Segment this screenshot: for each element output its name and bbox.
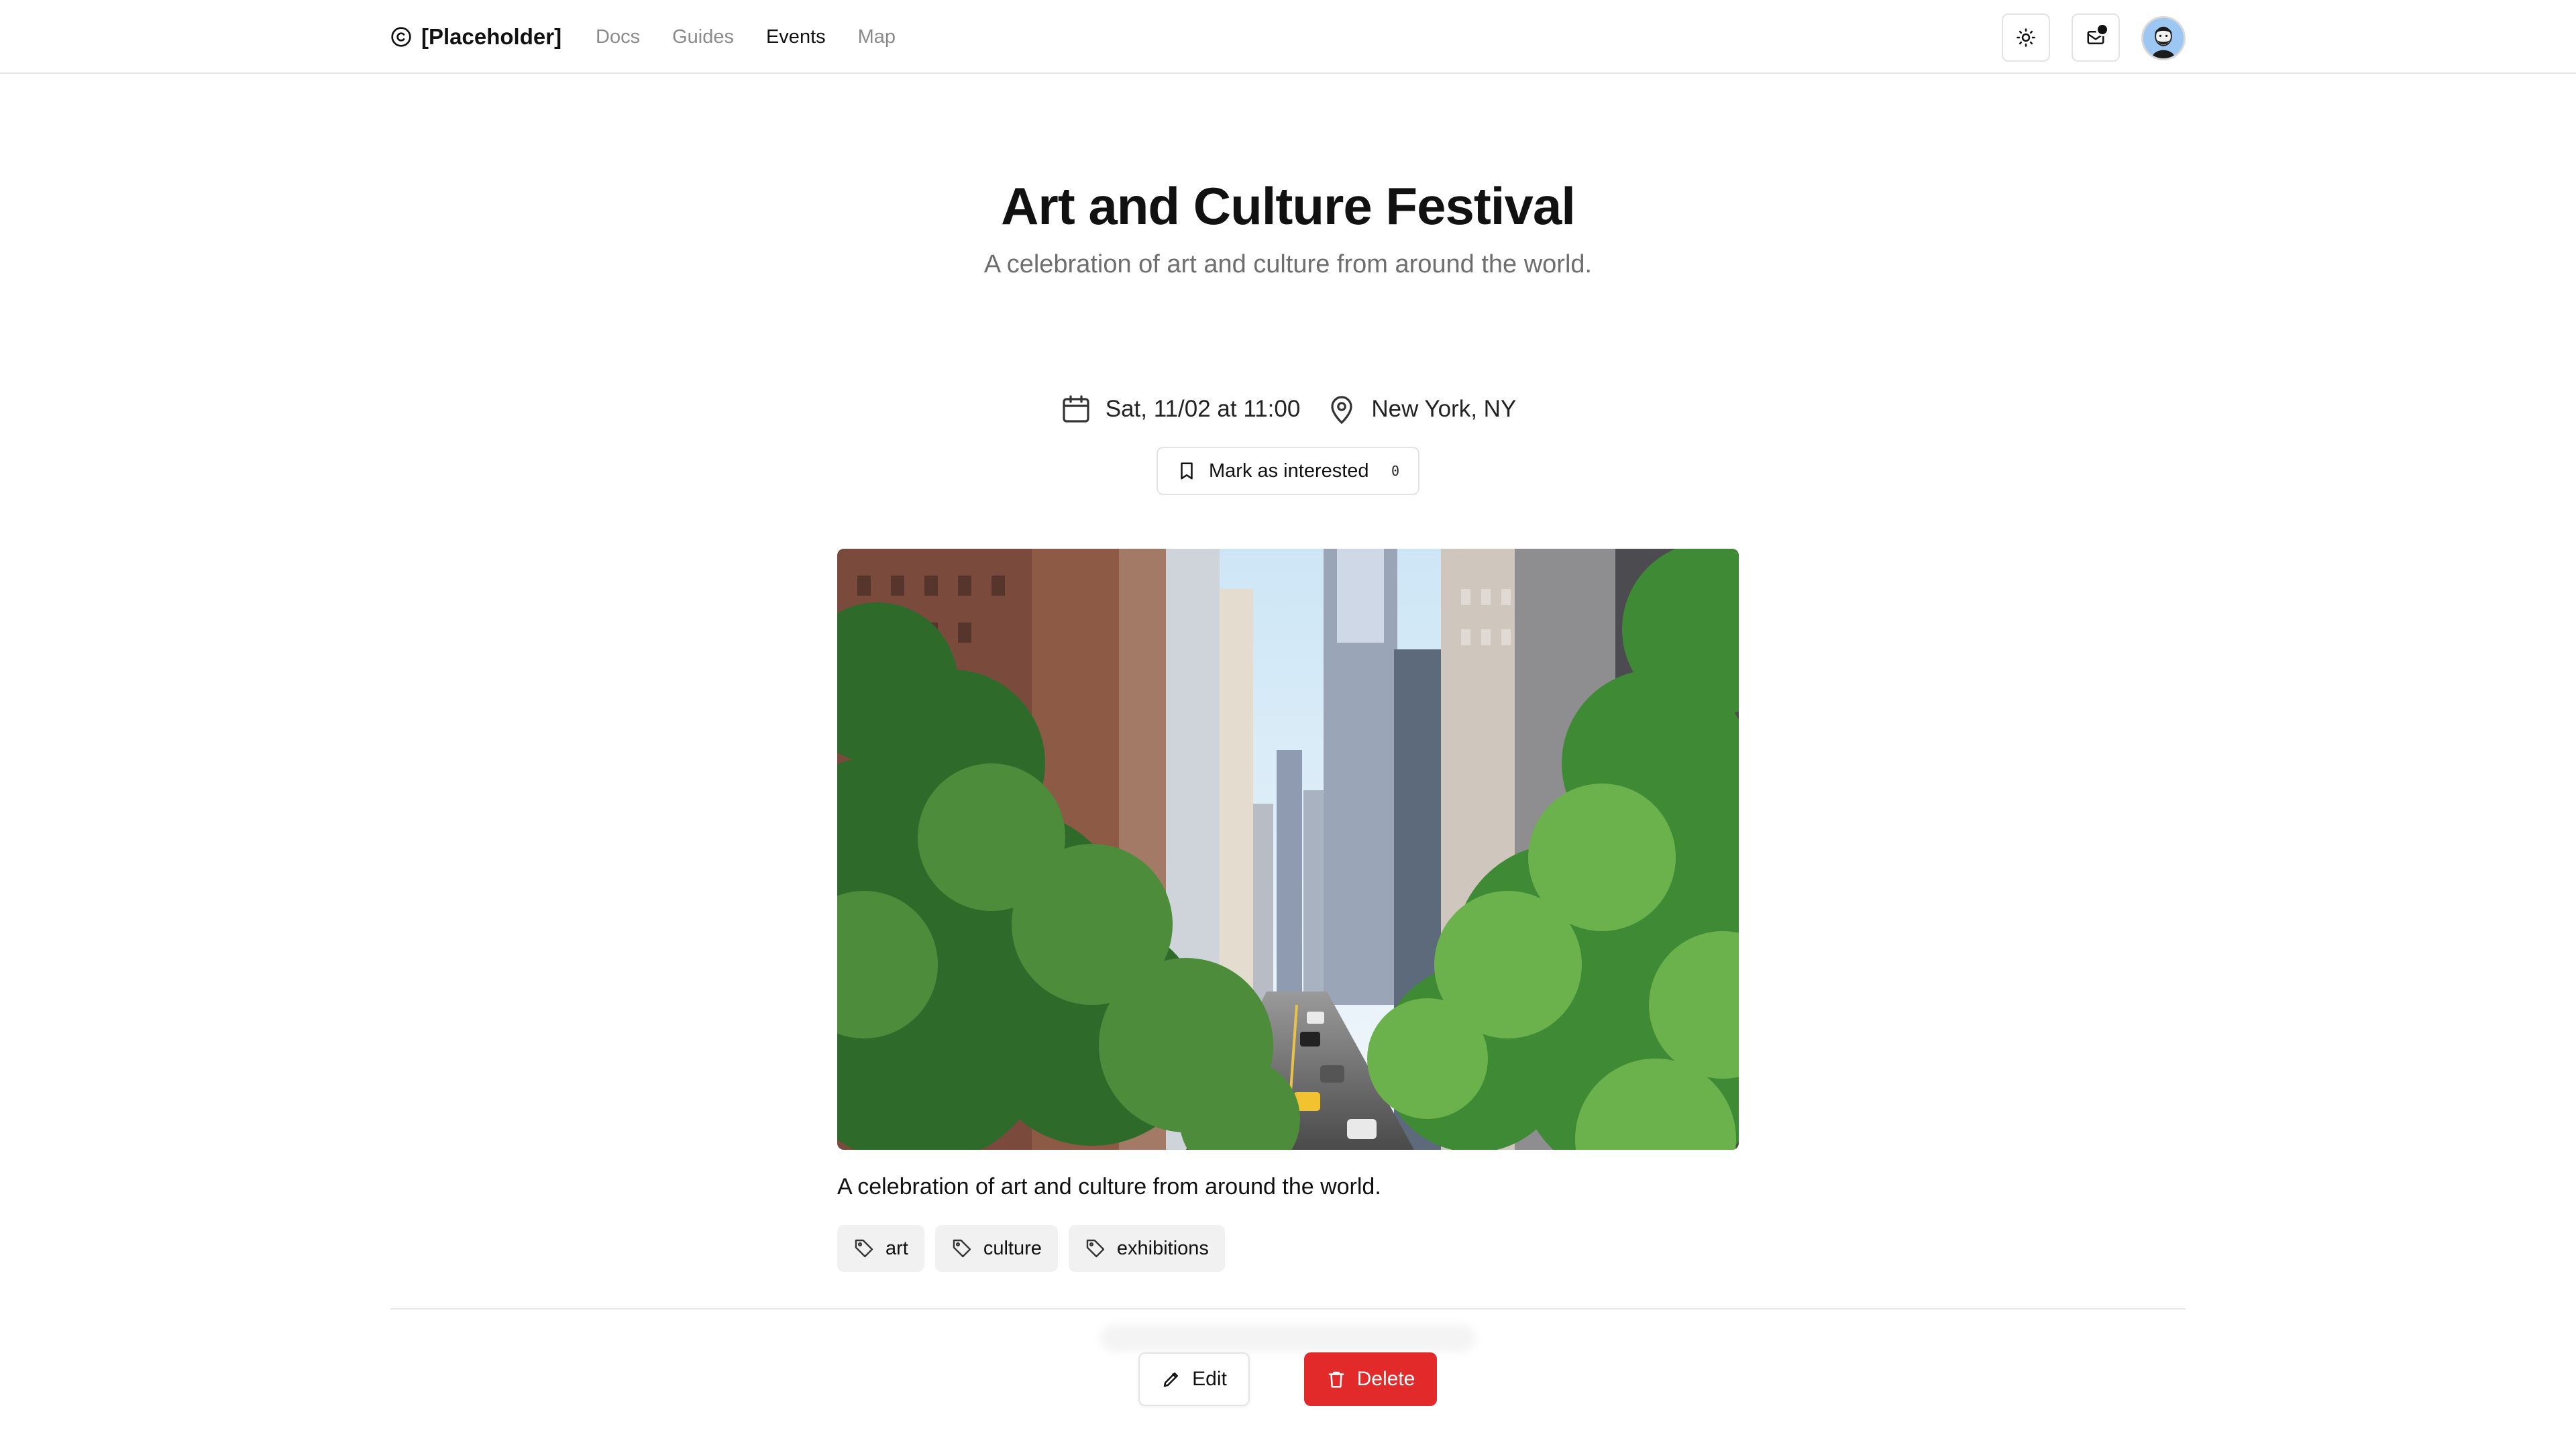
event-subtitle: A celebration of art and culture from ar… (983, 250, 1593, 278)
tag-label: exhibitions (1116, 1237, 1209, 1259)
event-meta: Sat, 11/02 at 11:00 New York, NY (0, 389, 2576, 429)
delete-button[interactable]: Delete (1304, 1352, 1437, 1406)
nav-link-events[interactable]: Events (766, 26, 826, 48)
inbox-button[interactable] (2072, 13, 2120, 62)
pencil-icon (1163, 1373, 1179, 1387)
interested-count: 0 (1391, 463, 1399, 479)
tag-culture[interactable]: culture (934, 1225, 1058, 1272)
event-date-text: Sat, 11/02 at 11:00 (1105, 396, 1301, 422)
event-date: Sat, 11/02 at 11:00 (1060, 393, 1301, 425)
top-navigation-bar: [Placeholder] Docs Guides Events Map (0, 0, 2576, 74)
nav-link-guides[interactable]: Guides (672, 26, 734, 48)
theme-toggle-button[interactable] (2002, 13, 2050, 62)
event-location-text: New York, NY (1371, 396, 1517, 422)
tag-icon (1086, 1239, 1105, 1258)
edit-label: Edit (1192, 1368, 1227, 1390)
tag-icon (855, 1239, 873, 1258)
notification-dot (2096, 23, 2109, 36)
mark-interested-button[interactable]: Mark as interested 0 (1157, 447, 1419, 495)
main-nav: Docs Guides Events Map (596, 21, 896, 52)
map-pin-icon (1331, 396, 1352, 425)
blurred-background-text (1100, 1325, 1476, 1352)
copyright-icon (391, 27, 411, 47)
event-title: Art and Culture Festival (1001, 176, 1576, 235)
event-description: A celebration of art and culture from ar… (837, 1174, 1381, 1199)
brand-logo[interactable]: [Placeholder] (390, 21, 561, 52)
nav-link-docs[interactable]: Docs (596, 26, 640, 48)
event-location: New York, NY (1326, 393, 1516, 425)
nav-link-map[interactable]: Map (858, 26, 896, 48)
delete-label: Delete (1356, 1368, 1415, 1390)
edit-button[interactable]: Edit (1138, 1352, 1250, 1406)
section-divider (390, 1308, 2186, 1309)
avatar-illustration (2143, 18, 2184, 58)
tag-label: culture (983, 1237, 1042, 1259)
sun-icon (2017, 28, 2035, 47)
tag-label: art (885, 1237, 908, 1259)
calendar-icon (1063, 395, 1089, 423)
bookmark-icon (1181, 462, 1193, 480)
trash-icon (1328, 1371, 1344, 1388)
tag-exhibitions[interactable]: exhibitions (1068, 1225, 1225, 1272)
city-street-photo (837, 549, 1739, 1150)
mark-interested-label: Mark as interested (1209, 460, 1369, 482)
user-avatar[interactable] (2141, 16, 2186, 60)
tag-icon (953, 1239, 971, 1258)
tag-art[interactable]: art (837, 1225, 924, 1272)
event-tags: art culture exhibitions (837, 1225, 1225, 1272)
brand-name: [Placeholder] (421, 24, 562, 49)
event-image (837, 549, 1739, 1150)
